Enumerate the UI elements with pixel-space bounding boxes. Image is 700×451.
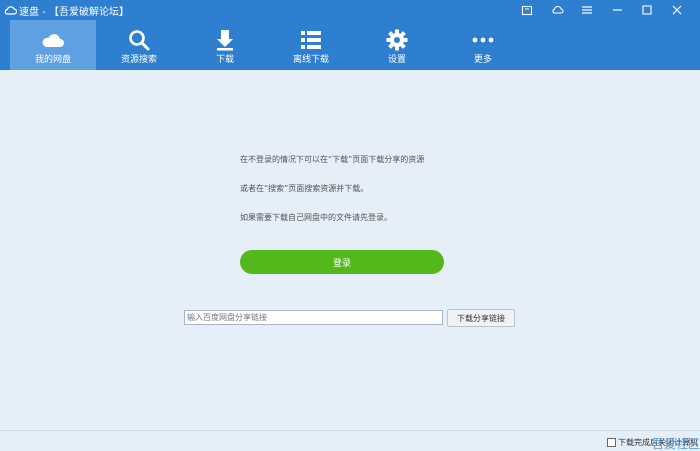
gear-icon (385, 28, 409, 52)
tab-label: 设置 (387, 55, 406, 65)
info-message: 在不登录的情况下可以在“下载”页面下载分享的资源 (240, 155, 425, 164)
more-icon (471, 28, 495, 52)
minimize-icon (612, 9, 622, 11)
search-icon (127, 28, 151, 52)
skin-button[interactable] (512, 0, 542, 20)
shutdown-label: 下载完成后关闭计算机 (618, 438, 698, 447)
tab-label: 离线下载 (292, 55, 329, 65)
download-share-link-button[interactable]: 下载分享链接 (447, 309, 515, 327)
cloud-sync-button[interactable] (542, 0, 572, 20)
minimize-button[interactable] (602, 0, 632, 20)
info-message: 或者在“搜索”页面搜索资源并下载。 (240, 184, 369, 193)
main-toolbar: 我的网盘 资源搜索 下载 离线下载 设置 更多 (0, 20, 700, 70)
status-bar: 下载完成后关闭计算机 (0, 430, 700, 451)
window-controls (512, 0, 692, 20)
download-icon (213, 28, 237, 52)
tab-label: 更多 (473, 55, 492, 65)
tab-label: 下载 (215, 55, 234, 65)
tab-download[interactable]: 下载 (182, 20, 268, 70)
tab-offline-download[interactable]: 离线下载 (268, 20, 354, 70)
shutdown-option[interactable]: 下载完成后关闭计算机 (607, 437, 698, 448)
close-icon (672, 5, 682, 15)
list-icon (299, 28, 323, 52)
tab-label: 我的网盘 (34, 55, 71, 65)
menu-icon (582, 6, 592, 14)
cloud-icon (551, 5, 564, 14)
share-link-input[interactable] (184, 310, 443, 325)
tab-label: 资源搜索 (120, 55, 157, 65)
maximize-icon (642, 5, 652, 15)
shirt-icon (521, 5, 533, 15)
title-bar: 速盘 - 【吾爱破解论坛】 (0, 0, 700, 20)
window-title: 速盘 - 【吾爱破解论坛】 (19, 6, 129, 18)
tab-more[interactable]: 更多 (440, 20, 526, 70)
tab-settings[interactable]: 设置 (354, 20, 440, 70)
info-message: 如果需要下载自己网盘中的文件请先登录。 (240, 213, 392, 222)
tab-my-netdisk[interactable]: 我的网盘 (10, 20, 96, 70)
close-button[interactable] (662, 0, 692, 20)
main-content: 在不登录的情况下可以在“下载”页面下载分享的资源 或者在“搜索”页面搜索资源并下… (0, 70, 700, 430)
cloud-icon (41, 28, 65, 52)
maximize-button[interactable] (632, 0, 662, 20)
tab-resource-search[interactable]: 资源搜索 (96, 20, 182, 70)
app-cloud-icon (3, 3, 17, 17)
menu-button[interactable] (572, 0, 602, 20)
shutdown-checkbox[interactable] (607, 438, 616, 447)
login-button[interactable]: 登录 (240, 250, 444, 274)
